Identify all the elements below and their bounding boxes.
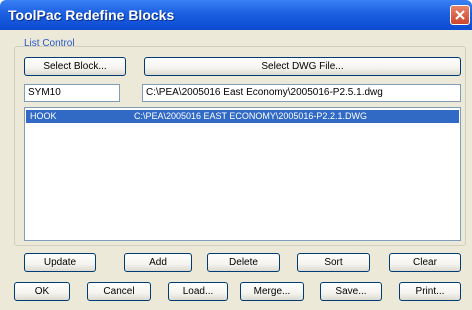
sort-button[interactable]: Sort	[297, 253, 370, 272]
ok-button[interactable]: OK	[14, 282, 70, 301]
select-block-button[interactable]: Select Block...	[24, 57, 126, 76]
clear-button[interactable]: Clear	[389, 253, 461, 272]
dwg-path-field[interactable]: C:\PEA\2005016 East Economy\2005016-P2.5…	[142, 84, 461, 102]
list-item-file: C:\PEA\2005016 EAST ECONOMY\2005016-P2.2…	[134, 111, 367, 121]
save-button[interactable]: Save...	[320, 282, 382, 301]
update-button[interactable]: Update	[24, 253, 96, 272]
add-button[interactable]: Add	[124, 253, 192, 272]
select-dwg-file-button[interactable]: Select DWG File...	[144, 57, 461, 76]
close-icon	[455, 10, 465, 20]
title-bar: ToolPac Redefine Blocks	[0, 0, 472, 30]
close-button[interactable]	[450, 5, 470, 25]
group-label: List Control	[24, 38, 75, 49]
load-button[interactable]: Load...	[168, 282, 228, 301]
block-name-field[interactable]: SYM10	[24, 84, 120, 102]
list-item-block: HOOK	[30, 111, 57, 121]
merge-button[interactable]: Merge...	[240, 282, 304, 301]
cancel-button[interactable]: Cancel	[87, 282, 151, 301]
block-list[interactable]: HOOK C:\PEA\2005016 EAST ECONOMY\2005016…	[24, 107, 461, 241]
window-title: ToolPac Redefine Blocks	[8, 7, 175, 23]
delete-button[interactable]: Delete	[207, 253, 280, 272]
list-item[interactable]: HOOK C:\PEA\2005016 EAST ECONOMY\2005016…	[26, 110, 459, 123]
print-button[interactable]: Print...	[399, 282, 461, 301]
